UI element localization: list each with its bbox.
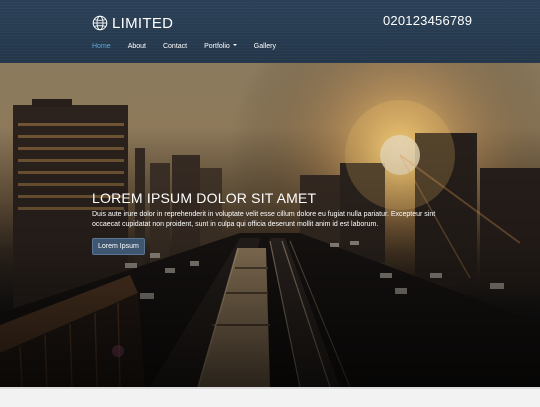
nav-item-about[interactable]: About <box>128 43 146 50</box>
main-nav: Home About Contact Portfolio Gallery <box>92 40 293 52</box>
nav-item-portfolio[interactable]: Portfolio <box>204 43 237 50</box>
nav-item-portfolio-label: Portfolio <box>204 42 230 50</box>
nav-item-contact[interactable]: Contact <box>163 43 187 50</box>
phone-number: 020123456789 <box>383 13 473 28</box>
page-bottom-edge <box>0 387 540 407</box>
hero-section: LOREM IPSUM DOLOR SIT AMET Duis aute iru… <box>0 63 540 387</box>
top-navbar: LIMITED 020123456789 Home About Contact … <box>0 0 540 64</box>
globe-icon <box>92 15 108 31</box>
hero-title: LOREM IPSUM DOLOR SIT AMET <box>92 190 317 206</box>
caret-down-icon <box>232 43 237 46</box>
brand-logo[interactable]: LIMITED <box>92 14 173 32</box>
hero-cta-button[interactable]: Lorem Ipsum <box>92 238 145 255</box>
brand-name: LIMITED <box>112 14 174 32</box>
hero-description: Duis aute irure dolor in reprehenderit i… <box>92 211 436 228</box>
nav-item-gallery[interactable]: Gallery <box>254 43 276 50</box>
nav-item-home[interactable]: Home <box>92 43 111 50</box>
